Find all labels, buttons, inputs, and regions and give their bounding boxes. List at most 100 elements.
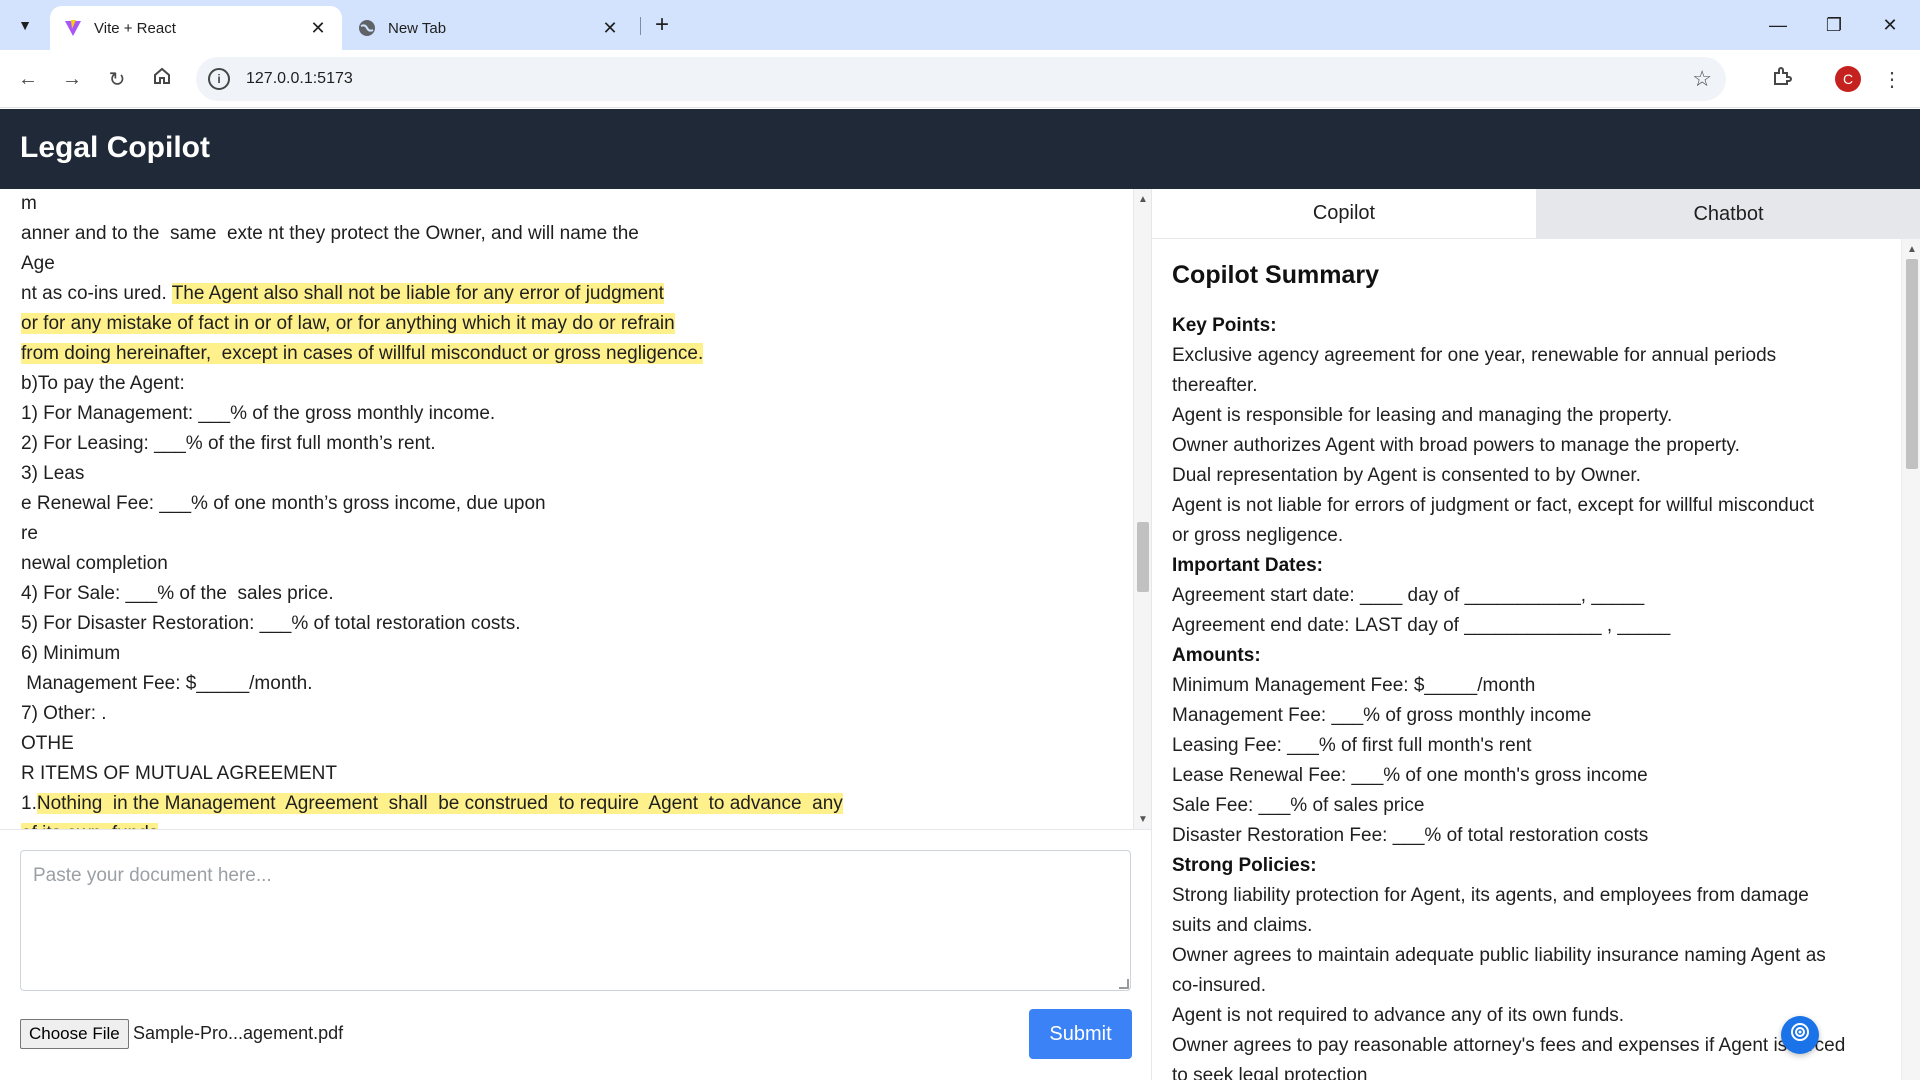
scrollbar-thumb[interactable]: [1906, 259, 1918, 469]
tab-copilot[interactable]: Copilot: [1152, 189, 1536, 239]
summary-section-heading: Strong Policies:: [1172, 855, 1317, 876]
restore-button[interactable]: ❐: [1806, 0, 1862, 50]
summary-line: Strong liability protection for Agent, i…: [1172, 885, 1809, 906]
summary-line: Agent is responsible for leasing and man…: [1172, 405, 1673, 426]
document-line: re: [21, 519, 843, 549]
highlighted-text: from doing hereinafter, except in cases …: [21, 343, 704, 364]
document-line: R ITEMS OF MUTUAL AGREEMENT: [21, 759, 843, 789]
submit-button[interactable]: Submit: [1029, 1009, 1132, 1059]
scroll-down-icon[interactable]: ▼: [1138, 813, 1148, 825]
document-line: 5) For Disaster Restoration: ___% of tot…: [21, 609, 843, 639]
close-icon[interactable]: ✕: [308, 18, 328, 38]
document-text-segment: Management Fee: $_____/month.: [21, 673, 313, 694]
document-viewer[interactable]: m anner and to the same exte nt they prot…: [0, 189, 1133, 829]
document-line: 7) Other: .: [21, 699, 843, 729]
info-icon[interactable]: i: [208, 68, 230, 90]
document-text: m anner and to the same exte nt they prot…: [21, 189, 843, 829]
document-text-segment: anner and to the same exte nt they prote…: [21, 223, 639, 244]
tab-title: Vite + React: [94, 19, 176, 37]
divider: [0, 829, 1151, 830]
minimize-icon: —: [1769, 14, 1787, 35]
document-line: b)To pay the Agent:: [21, 369, 843, 399]
scroll-up-icon[interactable]: ▲: [1907, 243, 1917, 255]
document-line: Age: [21, 249, 843, 279]
assistant-icon: [1789, 1021, 1811, 1049]
plus-icon: +: [654, 11, 669, 38]
summary-line: Agent is not liable for errors of judgme…: [1172, 495, 1815, 516]
document-paste-input[interactable]: [20, 850, 1131, 991]
star-icon[interactable]: ☆: [1692, 66, 1712, 92]
profile-avatar[interactable]: C: [1835, 66, 1861, 92]
summary-line: Agreement end date: LAST day of ________…: [1172, 615, 1671, 636]
document-text-segment: newal completion: [21, 553, 168, 574]
document-line: anner and to the same exte nt they prote…: [21, 219, 843, 249]
minimize-button[interactable]: —: [1750, 0, 1806, 50]
summary-scrollbar[interactable]: ▲: [1901, 239, 1920, 1080]
document-text-segment: 5) For Disaster Restoration: ___% of tot…: [21, 613, 521, 634]
assistant-float-button[interactable]: [1781, 1016, 1819, 1054]
document-line: 2) For Leasing: ___% of the first full m…: [21, 429, 843, 459]
document-text-segment: 2) For Leasing: ___% of the first full m…: [21, 433, 436, 454]
scrollbar-thumb[interactable]: [1137, 522, 1149, 592]
document-text-segment: m: [21, 193, 37, 214]
reload-button[interactable]: ↻: [101, 63, 133, 95]
tab-chatbot[interactable]: Chatbot: [1536, 189, 1920, 239]
document-line: 3) Leas: [21, 459, 843, 489]
document-text-segment: 6) Minimum: [21, 643, 121, 664]
document-line: or for any mistake of fact in or of law,…: [21, 309, 843, 339]
close-icon[interactable]: ✕: [600, 18, 620, 38]
arrow-left-icon: ←: [18, 67, 38, 90]
selected-file-name: Sample-Pro...agement.pdf: [133, 1023, 344, 1043]
reload-icon: ↻: [108, 68, 126, 91]
summary-line: Owner authorizes Agent with broad powers…: [1172, 435, 1740, 456]
document-line: of its own funds: [21, 819, 843, 829]
new-tab-button[interactable]: +: [648, 11, 676, 39]
close-window-button[interactable]: ✕: [1862, 0, 1918, 50]
address-url: 127.0.0.1:5173: [246, 70, 353, 87]
back-button[interactable]: ←: [12, 63, 44, 95]
browser-tab-vite[interactable]: Vite + React ✕: [50, 6, 342, 50]
browser-tab-strip: ▼ Vite + React ✕ New Tab ✕ + — ❐ ✕: [0, 0, 1920, 50]
document-scrollbar[interactable]: ▲ ▼: [1133, 189, 1151, 829]
forward-button[interactable]: →: [56, 63, 88, 95]
choose-file-button[interactable]: Choose File: [20, 1019, 129, 1049]
chevron-down-icon: ▼: [18, 17, 32, 33]
summary-line: Agreement start date: ____ day of ______…: [1172, 585, 1645, 606]
kebab-menu-icon: ⋮: [1882, 68, 1902, 91]
summary-line: to seek legal protection: [1172, 1065, 1368, 1080]
scroll-up-icon[interactable]: ▲: [1138, 193, 1148, 205]
home-button[interactable]: [146, 63, 178, 95]
copilot-panel: Copilot Chatbot Copilot Summary Key Poin…: [1151, 189, 1920, 1080]
document-line: 1.Nothing in the Management Agreement sh…: [21, 789, 843, 819]
browser-toolbar: ← → ↻ i 127.0.0.1:5173 ☆ ⋮: [0, 50, 1920, 108]
summary-title: Copilot Summary: [1172, 261, 1379, 289]
extensions-button[interactable]: [1766, 63, 1798, 95]
document-line: 6) Minimum: [21, 639, 843, 669]
summary-line: co-insured.: [1172, 975, 1266, 996]
document-line: m: [21, 189, 843, 219]
document-text-segment: re: [21, 523, 38, 544]
document-text-segment: nt as co-ins ured.: [21, 283, 172, 304]
address-bar[interactable]: i 127.0.0.1:5173 ☆: [196, 57, 1726, 101]
document-line: 4) For Sale: ___% of the sales price.: [21, 579, 843, 609]
menu-button[interactable]: ⋮: [1876, 63, 1908, 95]
tab-search-button[interactable]: ▼: [10, 10, 40, 40]
summary-line: Minimum Management Fee: $_____/month: [1172, 675, 1536, 696]
summary-line: suits and claims.: [1172, 915, 1313, 936]
highlighted-text: or for any mistake of fact in or of law,…: [21, 313, 675, 334]
summary-line: Management Fee: ___% of gross monthly in…: [1172, 705, 1592, 726]
vite-icon: [64, 19, 82, 37]
summary-content[interactable]: Copilot Summary Key Points: Exclusive age…: [1152, 239, 1901, 1080]
document-text-segment: e Renewal Fee: ___% of one month’s gross…: [21, 493, 546, 514]
document-text-segment: OTHE: [21, 733, 74, 754]
summary-line: Exclusive agency agreement for one year,…: [1172, 345, 1777, 366]
highlighted-text: Nothing in the Management Agreement shal…: [36, 793, 843, 814]
browser-tab-newtab[interactable]: New Tab ✕: [344, 6, 634, 50]
document-line: OTHE: [21, 729, 843, 759]
summary-line: Leasing Fee: ___% of first full month's …: [1172, 735, 1532, 756]
summary-line: Sale Fee: ___% of sales price: [1172, 795, 1425, 816]
resize-handle[interactable]: [1119, 979, 1129, 989]
restore-icon: ❐: [1825, 14, 1843, 35]
document-line: from doing hereinafter, except in cases …: [21, 339, 843, 369]
app-title: Legal Copilot: [20, 131, 210, 164]
